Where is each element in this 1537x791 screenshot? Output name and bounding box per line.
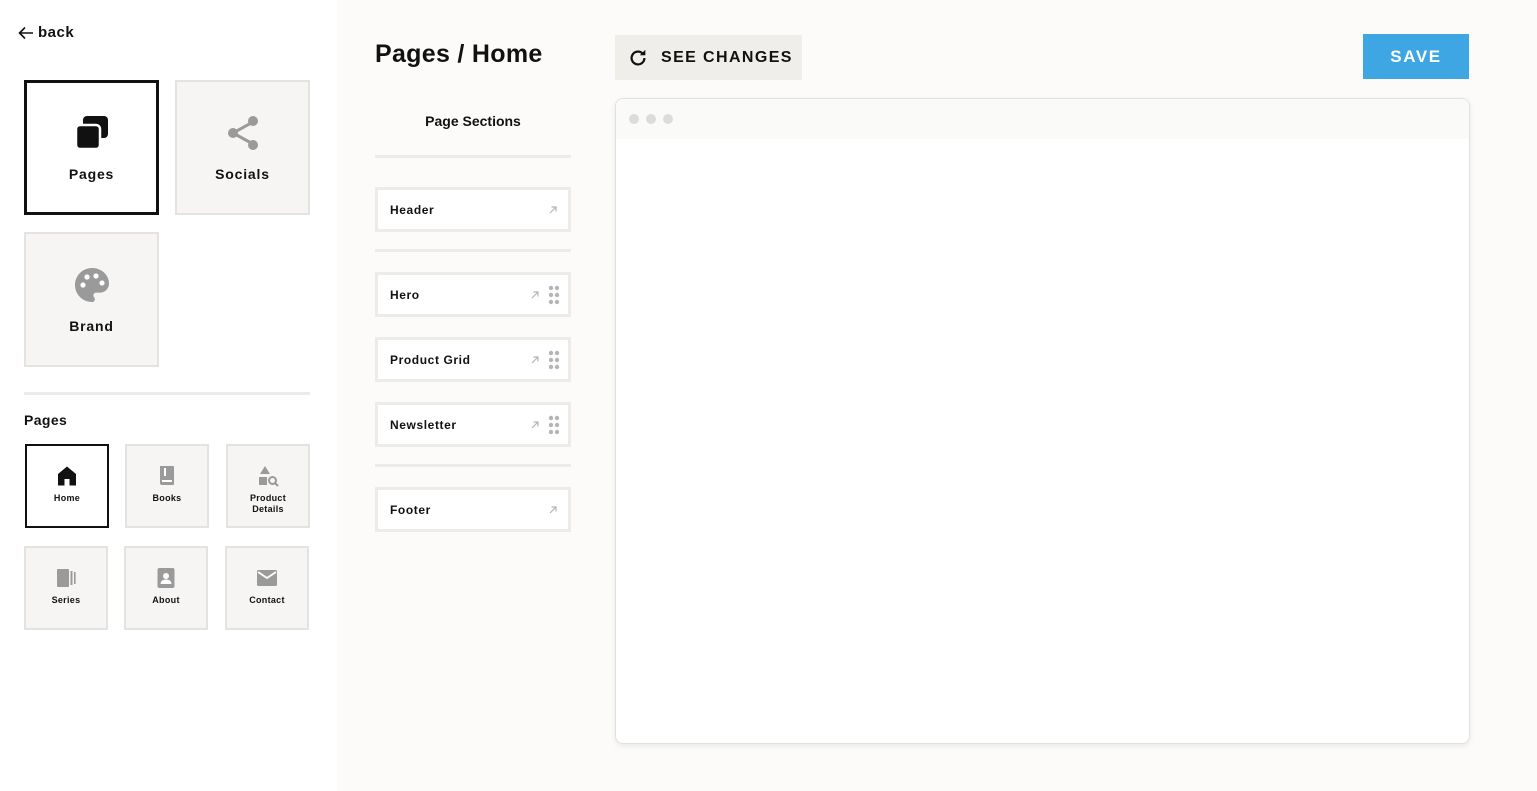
category-brand[interactable]: Brand: [24, 232, 159, 367]
preview-content: [616, 139, 1469, 743]
page-tile-label: Product Details: [249, 493, 287, 514]
sidebar-divider: [24, 392, 310, 395]
category-pages[interactable]: Pages: [24, 80, 159, 215]
mail-icon: [257, 570, 277, 586]
shapes-search-icon: [259, 466, 279, 487]
window-dot: [629, 114, 639, 124]
book-icon: [160, 466, 174, 485]
pages-icon: [74, 115, 108, 150]
see-changes-button[interactable]: SEE CHANGES: [615, 35, 802, 80]
page-sections-heading: Page Sections: [425, 113, 521, 129]
back-button[interactable]: back: [18, 24, 74, 41]
drag-handle-icon[interactable]: [548, 350, 560, 370]
section-item-product-grid[interactable]: Product Grid: [375, 337, 571, 382]
category-label: Brand: [69, 317, 114, 334]
see-changes-label: SEE CHANGES: [661, 48, 793, 66]
page-tile-label: About: [152, 595, 180, 605]
open-section-icon[interactable]: [530, 420, 540, 430]
home-icon: [58, 466, 76, 486]
preview-titlebar: [616, 99, 1469, 139]
section-label: Product Grid: [390, 352, 471, 367]
page-tile-label: Contact: [249, 595, 285, 605]
library-books-icon: [57, 569, 76, 587]
share-icon: [227, 115, 258, 150]
page-tile-contact[interactable]: Contact: [225, 546, 309, 630]
page-tile-series[interactable]: Series: [24, 546, 108, 630]
page-tile-label: Series: [51, 595, 81, 605]
section-label: Newsletter: [390, 417, 457, 432]
page-tile-books[interactable]: Books: [125, 444, 209, 528]
open-section-icon[interactable]: [548, 505, 558, 515]
open-section-icon[interactable]: [548, 205, 558, 215]
back-label: back: [38, 24, 75, 41]
category-label: Pages: [68, 165, 115, 182]
section-label: Footer: [390, 502, 431, 517]
page-tile-label: Books: [152, 493, 182, 503]
contact-page-icon: [157, 568, 175, 588]
section-item-hero[interactable]: Hero: [375, 272, 571, 317]
arrow-left-icon: [18, 26, 33, 39]
save-button[interactable]: SAVE: [1363, 34, 1469, 79]
drag-handle-icon[interactable]: [548, 285, 560, 305]
section-item-footer[interactable]: Footer: [375, 487, 571, 532]
window-dot: [646, 114, 656, 124]
category-socials[interactable]: Socials: [175, 80, 310, 215]
section-item-header[interactable]: Header: [375, 187, 571, 232]
section-item-newsletter[interactable]: Newsletter: [375, 402, 571, 447]
open-section-icon[interactable]: [530, 355, 540, 365]
preview-window: [615, 98, 1470, 744]
window-dot: [663, 114, 673, 124]
open-section-icon[interactable]: [530, 290, 540, 300]
page-title: Pages / Home: [375, 40, 543, 68]
section-label: Header: [390, 202, 435, 217]
sidebar: back Pages Socials Brand Pages Home Book…: [0, 0, 337, 791]
section-divider: [375, 249, 571, 252]
page-tile-label: Home: [53, 493, 81, 503]
pages-heading: Pages: [24, 412, 68, 428]
page-tile-product-details[interactable]: Product Details: [226, 444, 310, 528]
refresh-icon: [630, 49, 646, 66]
section-divider: [375, 155, 571, 158]
category-label: Socials: [215, 165, 270, 182]
section-label: Hero: [390, 287, 420, 302]
palette-icon: [74, 267, 109, 302]
page-tile-home[interactable]: Home: [25, 444, 109, 528]
page-tile-about[interactable]: About: [124, 546, 208, 630]
section-divider: [375, 464, 571, 467]
drag-handle-icon[interactable]: [548, 415, 560, 435]
